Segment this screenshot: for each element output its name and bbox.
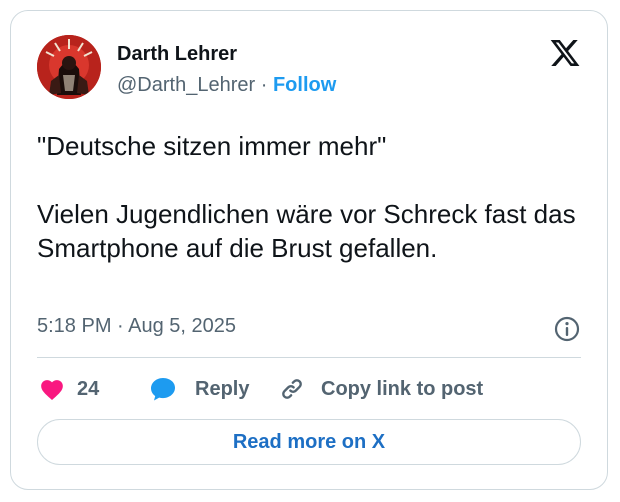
reply-label: Reply [195,377,250,400]
post-card: Darth Lehrer @Darth_Lehrer · Follow "Deu… [10,10,608,490]
copy-link-label: Copy link to post [321,377,484,400]
read-more-button[interactable]: Read more on X [37,419,581,465]
follow-link[interactable]: Follow [273,74,336,96]
author-handle-line: @Darth_Lehrer · Follow [117,74,336,97]
post-text: "Deutsche sitzen immer mehr" Vielen Juge… [37,129,577,265]
handle-separator: · [260,74,268,96]
avatar[interactable] [37,35,101,99]
divider [37,357,581,358]
author-name[interactable]: Darth Lehrer [117,43,237,66]
post-timestamp[interactable]: 5:18 PM · Aug 5, 2025 [37,315,236,338]
author-handle[interactable]: @Darth_Lehrer [117,74,255,96]
speech-bubble-icon [151,378,175,401]
reply-button[interactable]: Reply [149,373,249,405]
heart-icon [41,380,63,401]
copy-link-button[interactable]: Copy link to post [279,373,483,405]
link-icon [282,379,302,399]
like-button[interactable]: 24 [39,373,99,405]
info-icon[interactable] [553,315,581,343]
like-count: 24 [77,377,100,400]
post-text-line: Vielen Jugendlichen wäre vor Schreck fas… [37,199,576,263]
avatar-illustration [37,35,101,99]
x-logo-icon[interactable] [549,37,581,69]
post-text-line: "Deutsche sitzen immer mehr" [37,131,387,161]
